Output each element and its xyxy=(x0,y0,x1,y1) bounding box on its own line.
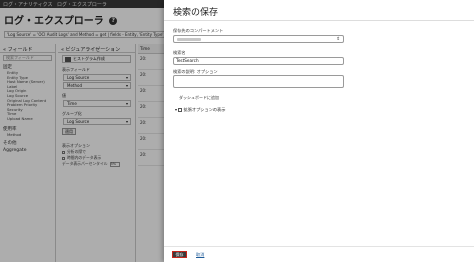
save-search-drawer: 検索の保存 保存先のコンパートメント ⇕ 検索名 TestSearch 検索の説… xyxy=(164,0,474,262)
compartment-select[interactable]: ⇕ xyxy=(173,35,344,43)
chevron-down-icon: ▾ xyxy=(175,107,178,112)
advanced-options-toggle[interactable]: ▾ 拡張オプションの表示 xyxy=(175,107,225,113)
drawer-title: 検索の保存 xyxy=(173,8,219,18)
footer-divider xyxy=(164,246,474,247)
cancel-link[interactable]: 取消 xyxy=(196,252,204,258)
save-button[interactable]: 保存 xyxy=(172,251,187,258)
redacted-compartment-value xyxy=(177,38,201,41)
description-textarea[interactable] xyxy=(173,75,344,88)
add-to-dashboard-label: ダッシュボードに追加 xyxy=(179,95,219,100)
chevron-updown-icon: ⇕ xyxy=(336,37,340,42)
advanced-options-label: 拡張オプションの表示 xyxy=(183,107,226,112)
search-name-label: 検索名 xyxy=(173,50,186,55)
compartment-label: 保存先のコンパートメント xyxy=(173,28,224,33)
modal-overlay[interactable] xyxy=(0,0,164,262)
search-name-input[interactable]: TestSearch xyxy=(173,57,344,65)
checkbox-icon[interactable] xyxy=(178,108,182,112)
divider xyxy=(164,20,474,21)
